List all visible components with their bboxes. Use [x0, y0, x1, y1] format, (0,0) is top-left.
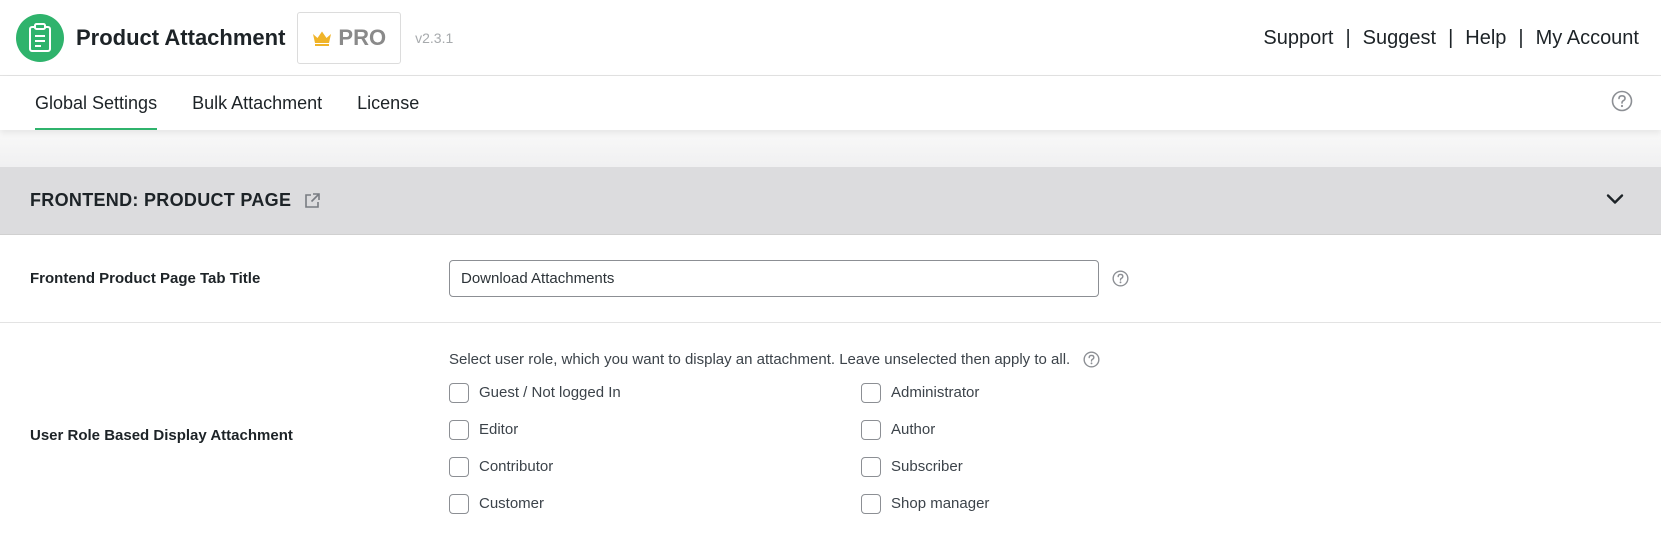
- support-link[interactable]: Support: [1263, 27, 1333, 50]
- role-checkbox-grid: Guest / Not logged In Administrator Edit…: [449, 382, 1161, 514]
- checkbox[interactable]: [861, 382, 881, 403]
- question-circle-icon[interactable]: [1112, 270, 1129, 287]
- role-option[interactable]: Contributor: [449, 456, 861, 477]
- role-option[interactable]: Guest / Not logged In: [449, 382, 861, 403]
- top-links: Support | Suggest | Help | My Account: [1263, 0, 1639, 76]
- tab-bulk-attachment[interactable]: Bulk Attachment: [192, 76, 322, 130]
- setting-field: Select user role, which you want to disp…: [449, 323, 1661, 548]
- role-label: Guest / Not logged In: [479, 384, 621, 401]
- top-header: Product Attachment PRO v2.3.1 Support | …: [0, 0, 1661, 76]
- tab-license[interactable]: License: [357, 76, 419, 130]
- crown-icon: [313, 31, 332, 46]
- role-option[interactable]: Editor: [449, 419, 861, 440]
- section-title: FRONTEND: PRODUCT PAGE: [30, 190, 292, 210]
- logo: [16, 13, 64, 62]
- link-separator: |: [1448, 26, 1454, 49]
- checkbox[interactable]: [861, 419, 881, 440]
- external-link-icon[interactable]: [303, 192, 321, 210]
- app-title: Product Attachment: [76, 24, 286, 50]
- role-label: Administrator: [891, 384, 980, 401]
- role-label: Shop manager: [891, 495, 990, 512]
- role-option[interactable]: Author: [861, 419, 1161, 440]
- setting-description: Select user role, which you want to disp…: [449, 351, 1100, 368]
- role-label: Author: [891, 421, 936, 438]
- question-circle-icon[interactable]: [1083, 351, 1100, 368]
- checkbox[interactable]: [449, 456, 469, 477]
- role-option[interactable]: Customer: [449, 493, 861, 514]
- role-option[interactable]: Subscriber: [861, 456, 1161, 477]
- setting-label: User Role Based Display Attachment: [30, 427, 293, 444]
- link-separator: |: [1518, 26, 1524, 49]
- my-account-link[interactable]: My Account: [1536, 27, 1639, 50]
- description-text: Select user role, which you want to disp…: [449, 351, 1071, 368]
- role-option[interactable]: Administrator: [861, 382, 1161, 403]
- tab-title-input[interactable]: [449, 260, 1099, 297]
- setting-label: Frontend Product Page Tab Title: [30, 270, 261, 287]
- role-label: Contributor: [479, 458, 554, 475]
- checkbox[interactable]: [449, 493, 469, 514]
- checkbox[interactable]: [861, 456, 881, 477]
- role-option[interactable]: Shop manager: [861, 493, 1161, 514]
- content-gap: [0, 130, 1661, 167]
- checkbox[interactable]: [449, 382, 469, 403]
- tab-global-settings[interactable]: Global Settings: [35, 76, 158, 130]
- checkbox[interactable]: [861, 493, 881, 514]
- section-header[interactable]: FRONTEND: PRODUCT PAGE: [0, 167, 1661, 235]
- help-link[interactable]: Help: [1465, 27, 1506, 50]
- chevron-down-icon[interactable]: [1605, 189, 1625, 214]
- question-circle-icon[interactable]: [1611, 90, 1633, 117]
- setting-row-user-roles: User Role Based Display Attachment Selec…: [0, 323, 1661, 548]
- suggest-link[interactable]: Suggest: [1363, 27, 1436, 50]
- setting-row-tab-title: Frontend Product Page Tab Title: [0, 235, 1661, 323]
- link-separator: |: [1345, 26, 1351, 49]
- setting-field: [449, 235, 1661, 322]
- role-label: Subscriber: [891, 458, 963, 475]
- role-label: Customer: [479, 495, 545, 512]
- role-label: Editor: [479, 421, 519, 438]
- tab-bar: Global Settings Bulk Attachment License: [0, 76, 1661, 130]
- document-clipboard-icon: [29, 22, 51, 52]
- pro-badge: PRO: [297, 11, 402, 64]
- pro-label: PRO: [338, 24, 387, 50]
- checkbox[interactable]: [449, 419, 469, 440]
- version-label: v2.3.1: [415, 29, 454, 46]
